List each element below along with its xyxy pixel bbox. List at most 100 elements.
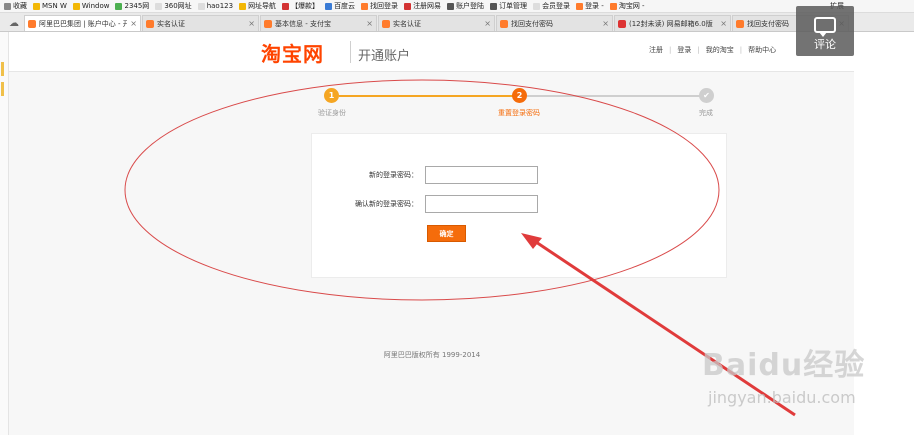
bookmark-label: 账户登陆 xyxy=(456,2,485,10)
tab-title: 找回支付密码 xyxy=(511,19,553,28)
tab-favicon-icon xyxy=(500,19,508,28)
bookmark-icon xyxy=(609,2,617,10)
close-icon[interactable]: × xyxy=(720,19,727,28)
bookmark-label: 百度云 xyxy=(334,2,356,10)
browser-tab[interactable]: 找回支付密码 × xyxy=(496,15,613,31)
bookmark-icon xyxy=(4,2,11,10)
tab-title: 实名认证 xyxy=(393,19,421,28)
bookmark-icon xyxy=(533,2,541,10)
bookmark-item[interactable]: 会员登录 xyxy=(533,1,570,11)
bookmark-item[interactable]: 360网址 xyxy=(155,1,192,11)
browser-tab[interactable]: 实名认证 × xyxy=(142,15,259,31)
bookmark-icon xyxy=(72,2,80,10)
bookmark-icon xyxy=(282,2,290,10)
browser-tab[interactable]: 实名认证 × xyxy=(378,15,495,31)
bookmark-icon xyxy=(197,2,205,10)
confirm-password-input[interactable] xyxy=(425,195,538,213)
taobao-logo[interactable]: 淘宝网 xyxy=(261,38,324,67)
page-title: 开通账户 xyxy=(358,49,411,64)
bookmark-item[interactable]: 【爆款】 xyxy=(282,1,319,11)
watermark: Baidu经验 jingyan.baidu.com xyxy=(702,340,872,420)
submit-button[interactable]: 确定 xyxy=(427,225,466,242)
site-header: 淘宝网 开通账户 注册 | 登录 | 我的淘宝 | 帮助中心 xyxy=(9,32,855,72)
comment-label: 评论 xyxy=(814,38,836,51)
bookmark-icon xyxy=(404,2,412,10)
step-2-marker: 2 xyxy=(512,88,527,103)
step-1-marker: 1 xyxy=(324,88,339,103)
bookmark-label: 会员登录 xyxy=(542,2,571,10)
bookmark-item[interactable]: 网址导航 xyxy=(239,1,276,11)
nav-login-link[interactable]: 登录 xyxy=(677,45,691,55)
close-icon[interactable]: × xyxy=(484,19,491,28)
bookmark-item[interactable]: 注册网易 xyxy=(404,1,441,11)
bookmark-label: 收藏 xyxy=(13,2,27,10)
tab-favicon-icon xyxy=(264,19,272,28)
reset-password-form: 新的登录密码： 确认新的登录密码： 确定 xyxy=(311,133,727,278)
bookmark-item[interactable]: 找回登录 xyxy=(361,1,398,11)
comment-panel[interactable]: 评论 xyxy=(796,6,854,56)
close-icon[interactable]: × xyxy=(130,19,137,28)
browser-tab[interactable]: 基本信息 - 支付宝 × xyxy=(260,15,377,31)
bookmark-label: 登录 - xyxy=(585,2,604,10)
bookmark-item[interactable]: 登录 - xyxy=(576,1,604,11)
bookmark-icon xyxy=(115,2,123,10)
bookmark-item[interactable]: 订单管理 xyxy=(490,1,527,11)
bookmark-item[interactable]: Window xyxy=(72,2,110,10)
bookmark-icon xyxy=(155,2,163,10)
bookmark-label: 订单管理 xyxy=(499,2,528,10)
nav-my-taobao-link[interactable]: 我的淘宝 xyxy=(706,45,734,55)
bookmark-label: Window xyxy=(81,2,110,10)
bookmark-item[interactable]: 收藏 xyxy=(4,1,27,11)
browser-window: 收藏 MSN W Window 2345网 360网址 hao123 网址导航 【爆款】 百度云… xyxy=(0,0,914,435)
step-2-label: 重置登录密码 xyxy=(498,109,540,117)
step-connector-todo xyxy=(527,95,707,97)
tab-favicon-icon xyxy=(146,19,154,28)
new-password-label: 新的登录密码： xyxy=(369,171,418,179)
step-1-label: 验证身份 xyxy=(318,109,346,117)
new-password-row: 新的登录密码： xyxy=(312,166,728,184)
watermark-brand: Baidu经验 xyxy=(702,348,866,383)
browser-tab[interactable]: 阿里巴巴集团 | 账户中心 - 开 × xyxy=(24,15,141,31)
bookmark-item[interactable]: 百度云 xyxy=(325,1,355,11)
nav-register-link[interactable]: 注册 xyxy=(649,45,663,55)
step-connector-done xyxy=(339,95,519,97)
confirm-password-label: 确认新的登录密码： xyxy=(355,200,418,208)
bookmark-label: 2345网 xyxy=(124,2,150,10)
tab-title: 基本信息 - 支付宝 xyxy=(275,19,331,28)
nav-separator: | xyxy=(669,46,672,54)
tab-favicon-icon xyxy=(736,19,744,28)
tab-favicon-icon xyxy=(28,19,36,28)
bookmarks-bar: 收藏 MSN W Window 2345网 360网址 hao123 网址导航 【爆款】 百度云… xyxy=(0,0,914,13)
sidebar-marker xyxy=(1,82,4,96)
close-icon[interactable]: × xyxy=(602,19,609,28)
bookmark-item[interactable]: 2345网 xyxy=(115,1,149,11)
tab-title: 阿里巴巴集团 | 账户中心 - 开 xyxy=(39,19,128,28)
bookmark-icon xyxy=(576,2,584,10)
bookmark-icon xyxy=(490,2,498,10)
nav-help-link[interactable]: 帮助中心 xyxy=(748,45,776,55)
nav-separator: | xyxy=(697,46,700,54)
bookmark-icon xyxy=(447,2,455,10)
bookmark-label: 找回登录 xyxy=(370,2,399,10)
tab-title: (12封未读) 网易邮箱6.0版 xyxy=(629,19,713,28)
bookmark-item[interactable]: hao123 xyxy=(197,2,234,10)
bookmark-item[interactable]: 账户登陆 xyxy=(447,1,484,11)
bookmark-item[interactable]: 淘宝网 - xyxy=(609,1,645,11)
bookmark-label: 注册网易 xyxy=(413,2,442,10)
comment-icon xyxy=(814,17,836,37)
close-icon[interactable]: × xyxy=(366,19,373,28)
tab-title: 实名认证 xyxy=(157,19,185,28)
close-icon[interactable]: × xyxy=(248,19,255,28)
new-password-input[interactable] xyxy=(425,166,538,184)
cloud-icon[interactable]: ☁ xyxy=(4,15,24,31)
step-3-label: 完成 xyxy=(699,109,713,117)
left-sidebar-strip xyxy=(0,32,8,435)
top-nav: 注册 | 登录 | 我的淘宝 | 帮助中心 xyxy=(649,45,776,55)
browser-tab[interactable]: (12封未读) 网易邮箱6.0版 × xyxy=(614,15,731,31)
bookmark-item[interactable]: MSN W xyxy=(33,2,67,10)
nav-separator: | xyxy=(739,46,743,54)
bookmark-label: hao123 xyxy=(206,2,234,10)
tab-favicon-icon xyxy=(618,19,626,28)
bookmark-label: 360网址 xyxy=(164,2,192,10)
watermark-site: jingyan.baidu.com xyxy=(708,388,856,407)
